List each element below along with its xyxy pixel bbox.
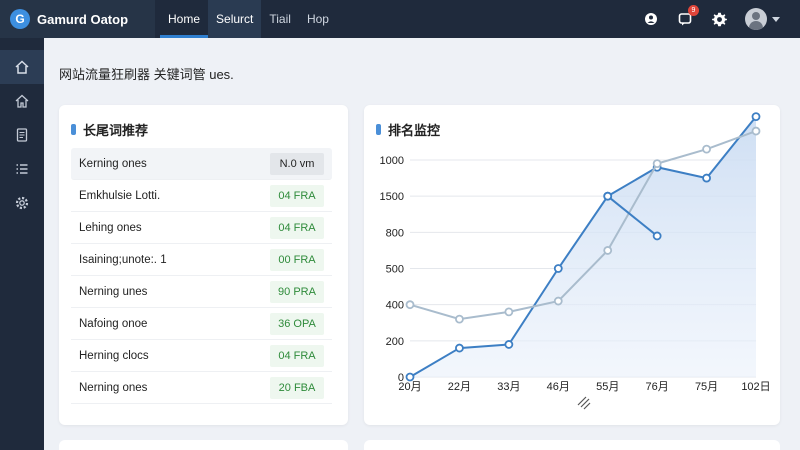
brand[interactable]: G Gamurd Oatop — [0, 0, 155, 38]
table-row[interactable]: Isaining;unote:. 1 00 FRA — [71, 244, 332, 276]
x-tick-label: 55月 — [596, 381, 619, 393]
table-row[interactable]: Nerning ones 20 FBA — [71, 372, 332, 404]
data-point — [504, 307, 514, 317]
title-marker-icon — [71, 124, 76, 135]
x-tick-label: 75月 — [695, 381, 718, 393]
y-tick-label: 800 — [386, 227, 404, 239]
bottom-card-left — [59, 440, 348, 450]
data-point — [553, 296, 563, 306]
avatar — [745, 8, 767, 30]
keyword-name: Nerning unes — [79, 285, 148, 298]
keyword-value-badge: 04 FRA — [270, 184, 324, 207]
data-point — [702, 173, 711, 183]
notification-badge: 9 — [688, 5, 699, 16]
keyword-value-badge: 04 FRA — [270, 216, 324, 239]
table-row[interactable]: Herning clocs 04 FRA — [71, 340, 332, 372]
table-row[interactable]: Nafoing onoe 36 OPA — [71, 308, 332, 340]
keyword-name: Emkhulsie Lotti. — [79, 189, 161, 202]
user-menu[interactable] — [745, 8, 780, 30]
chevron-down-icon — [772, 16, 780, 22]
sidebar-item-dashboard[interactable] — [0, 84, 44, 118]
data-point — [504, 340, 514, 349]
keyword-card-title: 长尾词推荐 — [83, 123, 149, 138]
x-tick-label: 102日 — [741, 381, 770, 393]
x-tick-label: 33月 — [497, 381, 520, 393]
keyword-value-badge: 04 FRA — [270, 344, 324, 367]
nav-selurct[interactable]: Selurct — [208, 0, 262, 38]
nav-hop[interactable]: Hop — [299, 0, 337, 38]
table-row[interactable]: Nerning unes 90 PRA — [71, 276, 332, 308]
sidebar-item-settings[interactable] — [0, 186, 44, 220]
top-right-actions: 9 — [643, 0, 780, 38]
data-point — [751, 112, 761, 122]
y-tick-label: 400 — [386, 300, 404, 312]
document-icon — [16, 128, 28, 142]
keyword-name: Lehing ones — [79, 221, 142, 234]
x-tick-label: 20月 — [398, 381, 421, 393]
rank-line-chart: 02004005008001500100020月 22月 33月 46月 55月 76月 7… — [380, 112, 771, 410]
table-header-value[interactable]: N.0 vm — [270, 152, 324, 175]
home-icon — [15, 60, 29, 74]
table-header-name: Kerning ones — [79, 157, 147, 170]
list-icon — [16, 164, 28, 174]
data-point — [751, 126, 761, 136]
series-area — [410, 116, 756, 377]
nav-tiail[interactable]: Tiail — [261, 0, 299, 38]
top-bar: G Gamurd Oatop Home Selurct Tiail Hop 9 — [0, 0, 800, 38]
keyword-recommend-card: 长尾词推荐 Kerning ones N.0 vm Emkhulsie Lott… — [59, 105, 348, 425]
table-row[interactable]: Emkhulsie Lotti. 04 FRA — [71, 180, 332, 212]
house-outline-icon — [15, 94, 29, 108]
x-tick-label: 46月 — [547, 381, 570, 393]
sidebar — [0, 38, 44, 450]
x-tick-label: 76月 — [646, 381, 669, 393]
data-point — [405, 300, 415, 310]
data-point — [405, 372, 415, 382]
app-logo-icon: G — [10, 9, 30, 29]
keyword-value-badge: 00 FRA — [270, 248, 324, 271]
data-point — [455, 314, 464, 324]
message-icon[interactable]: 9 — [677, 5, 699, 27]
page-title: 网站流量狂刷器 关键词管 ues. — [59, 67, 234, 82]
data-point — [553, 264, 563, 273]
sidebar-item-documents[interactable] — [0, 118, 44, 152]
keyword-value-badge: 20 FBA — [270, 376, 324, 399]
bottom-card-right — [364, 440, 780, 450]
keyword-name: Nerning ones — [79, 381, 148, 394]
keyword-name: Herning clocs — [79, 349, 149, 362]
keyword-table: Kerning ones N.0 vm Emkhulsie Lotti. 04 … — [71, 148, 332, 404]
table-header-row: Kerning ones N.0 vm — [71, 148, 332, 180]
y-tick-label: 500 — [386, 264, 404, 276]
rank-monitor-card: 排名监控 0 200 400 500 800 1500 1000 20月 22月 33月 46月 55… — [364, 105, 780, 425]
y-tick-label: 200 — [386, 336, 404, 348]
data-point — [652, 231, 662, 241]
user-alert-icon[interactable] — [643, 11, 659, 27]
keyword-name: Nafoing onoe — [79, 317, 148, 330]
keyword-name: Isaining;unote:. 1 — [79, 253, 167, 266]
x-tick-label: 22月 — [448, 381, 471, 393]
app-name: Gamurd Oatop — [37, 11, 129, 27]
sidebar-item-home[interactable] — [0, 50, 44, 84]
table-row[interactable]: Lehing ones 04 FRA — [71, 212, 332, 244]
y-tick-label: 1000 — [380, 155, 404, 167]
gear-icon — [15, 196, 29, 210]
keyword-value-badge: 90 PRA — [270, 280, 324, 303]
nav-home[interactable]: Home — [160, 0, 209, 38]
data-point — [652, 159, 662, 169]
data-point — [702, 144, 711, 154]
data-point — [603, 246, 613, 255]
data-point — [603, 191, 613, 201]
trend-icon — [577, 396, 591, 410]
data-point — [455, 343, 464, 353]
y-tick-label: 1500 — [380, 191, 404, 203]
settings-gear-icon[interactable] — [711, 11, 727, 27]
keyword-value-badge: 36 OPA — [270, 312, 324, 335]
top-nav: Home Selurct Tiail Hop — [160, 0, 337, 38]
card-title: 长尾词推荐 — [71, 120, 148, 139]
sidebar-item-list[interactable] — [0, 152, 44, 186]
